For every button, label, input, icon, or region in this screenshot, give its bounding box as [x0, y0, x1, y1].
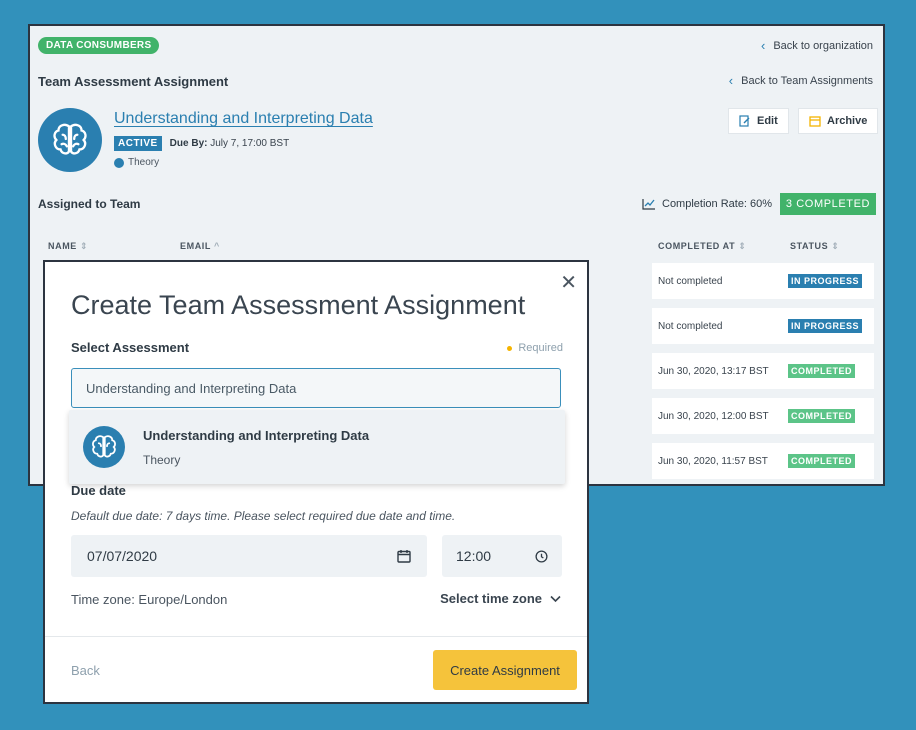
required-label: Required: [518, 342, 563, 354]
edit-label: Edit: [757, 115, 778, 127]
select-assessment-label: Select Assessment: [71, 340, 190, 355]
due-date-label: Due date: [71, 483, 126, 498]
status-badge: COMPLETED: [788, 364, 856, 378]
completed-at-header-label: COMPLETED AT: [658, 241, 736, 251]
chevron-left-icon: ‹: [760, 38, 766, 53]
archive-button[interactable]: Archive: [798, 108, 879, 134]
assessment-option-type: Theory: [143, 452, 181, 467]
table-row[interactable]: Jun 30, 2020, 13:17 BST COMPLETED: [652, 353, 874, 389]
chevron-down-icon: [550, 595, 561, 602]
theory-icon: [114, 157, 124, 168]
back-to-team-assignments-label: Back to Team Assignments: [741, 74, 873, 87]
completed-at-cell: Jun 30, 2020, 13:17 BST: [658, 365, 769, 377]
assessment-option[interactable]: Understanding and Interpreting Data Theo…: [69, 410, 565, 484]
assessment-option-text: Understanding and Interpreting Data Theo…: [143, 428, 369, 467]
course-type-label: Theory: [128, 157, 160, 168]
page-title: Team Assessment Assignment: [38, 74, 229, 89]
due-time-value: 12:00: [456, 548, 492, 564]
chevron-left-icon: ‹: [728, 73, 734, 88]
close-icon[interactable]: ✕: [560, 270, 577, 295]
due-by: Due By: July 7, 17:00 BST: [170, 138, 290, 149]
assessment-search-value: Understanding and Interpreting Data: [86, 380, 297, 396]
completed-count-badge: 3 COMPLETED: [780, 193, 876, 215]
email-header-label: EMAIL: [180, 241, 211, 251]
footer-divider: [45, 636, 587, 637]
table-row[interactable]: Not completed IN PROGRESS: [652, 308, 874, 344]
brain-icon: [83, 426, 125, 468]
table-row[interactable]: Not completed IN PROGRESS: [652, 263, 874, 299]
course-type: Theory: [114, 157, 159, 168]
status-badge: IN PROGRESS: [788, 319, 863, 333]
due-time-input[interactable]: 12:00: [442, 535, 562, 577]
edit-button[interactable]: Edit: [728, 108, 789, 134]
assigned-to-team-label: Assigned to Team: [38, 197, 141, 211]
edit-icon: [739, 115, 750, 127]
name-column-header[interactable]: NAME ⇕: [48, 241, 88, 252]
back-to-organization-link[interactable]: ‹ Back to organization: [761, 38, 873, 53]
completed-at-cell: Not completed: [658, 275, 723, 287]
due-date-value: 07/07/2020: [87, 548, 158, 564]
archive-label: Archive: [827, 115, 868, 127]
select-timezone-label: Select time zone: [440, 591, 542, 606]
brain-icon: [38, 108, 102, 172]
sort-icon: ⇕: [831, 241, 840, 251]
due-by-value: July 7, 17:00 BST: [210, 138, 290, 149]
sort-asc-icon: ^: [213, 241, 220, 251]
status-badge: ACTIVE: [114, 136, 162, 151]
completion-rate: Completion Rate: 60%: [642, 198, 772, 210]
timezone-label: Time zone: Europe/London: [71, 592, 228, 607]
completed-at-cell: Jun 30, 2020, 11:57 BST: [658, 455, 768, 467]
status-badge: COMPLETED: [788, 409, 856, 423]
assessment-option-title: Understanding and Interpreting Data: [143, 427, 370, 443]
status-badge: COMPLETED: [788, 454, 856, 468]
back-to-organization-label: Back to organization: [773, 39, 873, 52]
table-row[interactable]: Jun 30, 2020, 12:00 BST COMPLETED: [652, 398, 874, 434]
course-title-link[interactable]: Understanding and Interpreting Data: [114, 110, 373, 128]
archive-icon: [809, 116, 821, 127]
chart-line-icon: [642, 199, 655, 210]
assessment-search-input[interactable]: Understanding and Interpreting Data: [71, 368, 561, 408]
calendar-icon[interactable]: [397, 549, 411, 563]
status-column-header[interactable]: STATUS ⇕: [790, 241, 840, 252]
name-header-label: NAME: [48, 241, 77, 251]
status-header-label: STATUS: [790, 241, 829, 251]
back-to-team-assignments-link[interactable]: ‹ Back to Team Assignments: [729, 73, 873, 88]
completed-at-column-header[interactable]: COMPLETED AT ⇕: [658, 241, 746, 252]
sort-icon: ⇕: [738, 241, 747, 251]
completion-rate-label: Completion Rate: 60%: [662, 198, 773, 210]
table-row[interactable]: Jun 30, 2020, 11:57 BST COMPLETED: [652, 443, 874, 479]
due-date-input[interactable]: 07/07/2020: [71, 535, 427, 577]
org-tag: DATA CONSUMBERS: [38, 37, 160, 54]
create-assignment-modal: ✕ Create Team Assessment Assignment Sele…: [43, 260, 589, 704]
course-status-row: ACTIVE Due By: July 7, 17:00 BST: [114, 136, 289, 151]
select-timezone-dropdown[interactable]: Select time zone: [440, 591, 561, 606]
email-column-header[interactable]: EMAIL ^: [180, 241, 220, 251]
create-assignment-button[interactable]: Create Assignment: [433, 650, 577, 690]
sort-icon: ⇕: [80, 241, 89, 251]
back-button[interactable]: Back: [71, 663, 100, 678]
clock-icon[interactable]: [535, 549, 548, 563]
required-indicator: Required: [507, 342, 563, 354]
required-dot-icon: [507, 345, 513, 351]
modal-title: Create Team Assessment Assignment: [71, 290, 526, 320]
completed-at-cell: Jun 30, 2020, 12:00 BST: [658, 410, 769, 422]
completed-at-cell: Not completed: [658, 320, 723, 332]
status-badge: IN PROGRESS: [788, 274, 863, 288]
due-by-label: Due By:: [169, 138, 208, 149]
due-date-hint: Default due date: 7 days time. Please se…: [71, 509, 456, 523]
